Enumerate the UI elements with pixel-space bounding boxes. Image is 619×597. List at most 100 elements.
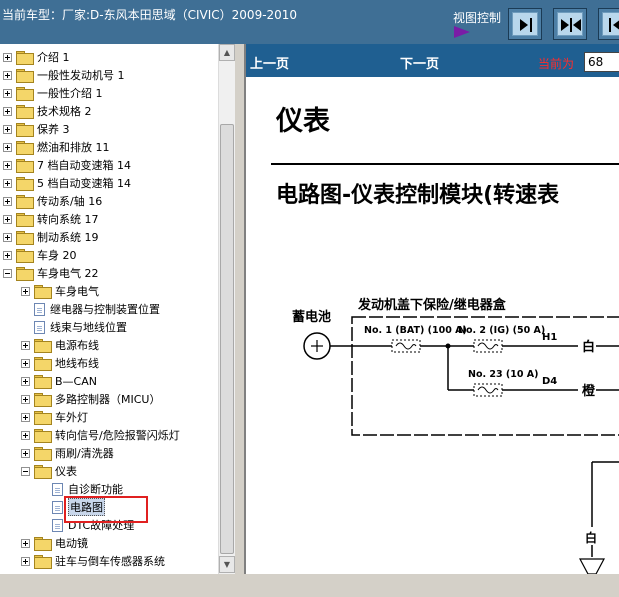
expand-plus-icon[interactable] bbox=[3, 142, 12, 152]
scroll-down-button[interactable]: ▼ bbox=[219, 556, 235, 573]
tree-item-label: 车身电气 22 bbox=[37, 267, 99, 280]
expand-plus-icon[interactable] bbox=[21, 556, 30, 566]
scroll-up-button[interactable]: ▲ bbox=[219, 44, 235, 61]
page-nav-bar: 上一页 下一页 当前为 bbox=[246, 44, 619, 77]
tree-item-label: 仪表 bbox=[55, 465, 77, 478]
tree-item-label: 传动系/轴 16 bbox=[37, 195, 103, 208]
tree-scrollbar[interactable]: ▲ ▼ bbox=[218, 44, 235, 574]
fuse1-label: No. 1 (BAT) (100 A) bbox=[364, 325, 467, 336]
split-center-button[interactable] bbox=[553, 8, 587, 40]
document-icon bbox=[52, 518, 63, 532]
tree-item[interactable]: 转向信号/危险报警闪烁灯 bbox=[21, 426, 180, 444]
collapse-minus-icon[interactable] bbox=[3, 268, 12, 278]
battery-label: 蓄电池 bbox=[292, 309, 331, 325]
wire-d4-label: D4 bbox=[542, 376, 557, 387]
expand-plus-icon[interactable] bbox=[3, 106, 12, 116]
tree-item[interactable]: 车身 20 bbox=[3, 246, 77, 264]
current-page-input[interactable] bbox=[584, 52, 619, 72]
expand-plus-icon[interactable] bbox=[3, 88, 12, 98]
tree-item-label: 转向系统 17 bbox=[37, 213, 99, 226]
current-page-label: 当前为 bbox=[538, 57, 575, 71]
folder-icon bbox=[16, 213, 34, 227]
folder-icon bbox=[34, 447, 52, 461]
content-pane: 上一页 下一页 当前为 仪表 电路图-仪表控制模块(转速表 发动机盖下保险/继电… bbox=[244, 44, 619, 574]
expand-plus-icon[interactable] bbox=[3, 178, 12, 188]
folder-icon bbox=[34, 339, 52, 353]
expand-plus-icon[interactable] bbox=[3, 250, 12, 260]
tree-item[interactable]: 电动镜 bbox=[21, 534, 88, 552]
tree-item[interactable]: 传动系/轴 16 bbox=[3, 192, 102, 210]
connector-symbol bbox=[579, 558, 605, 574]
wire-h1-label: H1 bbox=[542, 332, 557, 343]
tree-item[interactable]: 继电器与控制装置位置 bbox=[21, 300, 160, 318]
tree-item[interactable]: 多路控制器（MICU） bbox=[21, 390, 160, 408]
tree-item[interactable]: 驻车与倒车传感器系统 bbox=[21, 552, 165, 570]
tree-item-label: B—CAN bbox=[55, 374, 97, 388]
expand-plus-icon[interactable] bbox=[3, 196, 12, 206]
expand-plus-icon[interactable] bbox=[21, 412, 30, 422]
tree-item[interactable]: 地线布线 bbox=[21, 354, 99, 372]
tree-item[interactable]: 7 档自动变速箱 14 bbox=[3, 156, 131, 174]
tree-item[interactable]: 车身电气 bbox=[21, 282, 99, 300]
next-page-link[interactable]: 下一页 bbox=[400, 53, 439, 72]
expand-plus-icon[interactable] bbox=[3, 70, 12, 80]
expand-plus-icon[interactable] bbox=[3, 232, 12, 242]
tree-item[interactable]: 制动系统 19 bbox=[3, 228, 99, 246]
expand-plus-icon[interactable] bbox=[3, 160, 12, 170]
expand-left-button[interactable] bbox=[598, 8, 619, 40]
expand-plus-icon[interactable] bbox=[3, 124, 12, 134]
folder-icon bbox=[16, 69, 34, 83]
tree-item-label: 雨刷/清洗器 bbox=[55, 447, 114, 460]
expand-plus-icon[interactable] bbox=[21, 538, 30, 548]
folder-icon bbox=[16, 87, 34, 101]
tree-item-label: 燃油和排放 11 bbox=[37, 141, 110, 154]
folder-icon bbox=[34, 375, 52, 389]
tree-item[interactable]: 线束与地线位置 bbox=[21, 318, 127, 336]
folder-icon bbox=[16, 231, 34, 245]
tree-item-label: 一般性发动机号 1 bbox=[37, 69, 125, 82]
tree-item[interactable]: 车身电气 22 bbox=[3, 264, 99, 282]
view-control-label: 视图控制 bbox=[453, 11, 502, 25]
folder-icon bbox=[34, 357, 52, 371]
tree-item[interactable]: 转向系统 17 bbox=[3, 210, 99, 228]
arrows-center-icon bbox=[561, 18, 581, 32]
folder-icon bbox=[16, 195, 34, 209]
tree-item[interactable]: 雨刷/清洗器 bbox=[21, 444, 114, 462]
tree-item[interactable]: 介绍 1 bbox=[3, 48, 70, 66]
highlight-annotation-box bbox=[64, 496, 148, 523]
wire-color-white: 白 bbox=[582, 339, 595, 355]
tree-item[interactable]: 车外灯 bbox=[21, 408, 88, 426]
folder-icon bbox=[34, 429, 52, 443]
collapse-minus-icon[interactable] bbox=[21, 466, 30, 476]
tree-item[interactable]: 一般性发动机号 1 bbox=[3, 66, 125, 84]
prev-page-link[interactable]: 上一页 bbox=[250, 53, 289, 72]
expand-plus-icon[interactable] bbox=[21, 448, 30, 458]
folder-icon bbox=[16, 159, 34, 173]
folder-icon bbox=[16, 123, 34, 137]
folder-icon bbox=[34, 393, 52, 407]
tree-item[interactable]: 技术规格 2 bbox=[3, 102, 92, 120]
tree-item[interactable]: 燃油和排放 11 bbox=[3, 138, 110, 156]
expand-plus-icon[interactable] bbox=[3, 214, 12, 224]
expand-plus-icon[interactable] bbox=[21, 394, 30, 404]
tree-item-label: 车外灯 bbox=[55, 411, 88, 424]
tree-item[interactable]: 一般性介绍 1 bbox=[3, 84, 103, 102]
expand-plus-icon[interactable] bbox=[21, 358, 30, 368]
arrow-bar-right-icon bbox=[520, 18, 532, 32]
scroll-thumb[interactable] bbox=[220, 124, 234, 554]
document-icon bbox=[34, 302, 45, 316]
tree-item[interactable]: 保养 3 bbox=[3, 120, 70, 138]
expand-plus-icon[interactable] bbox=[3, 52, 12, 62]
tree-item[interactable]: B—CAN bbox=[21, 372, 97, 390]
tree-item[interactable]: 5 档自动变速箱 14 bbox=[3, 174, 131, 192]
tree-item[interactable]: 电源布线 bbox=[21, 336, 99, 354]
expand-plus-icon[interactable] bbox=[21, 430, 30, 440]
folder-icon bbox=[16, 51, 34, 65]
tree-item-label: 车身电气 bbox=[55, 285, 99, 298]
expand-plus-icon[interactable] bbox=[21, 376, 30, 386]
tree-item[interactable]: 仪表 bbox=[21, 462, 77, 480]
expand-right-button[interactable] bbox=[508, 8, 542, 40]
expand-plus-icon[interactable] bbox=[21, 340, 30, 350]
expand-plus-icon[interactable] bbox=[21, 286, 30, 296]
fuse-box-title: 发动机盖下保险/继电器盒 bbox=[357, 297, 507, 313]
